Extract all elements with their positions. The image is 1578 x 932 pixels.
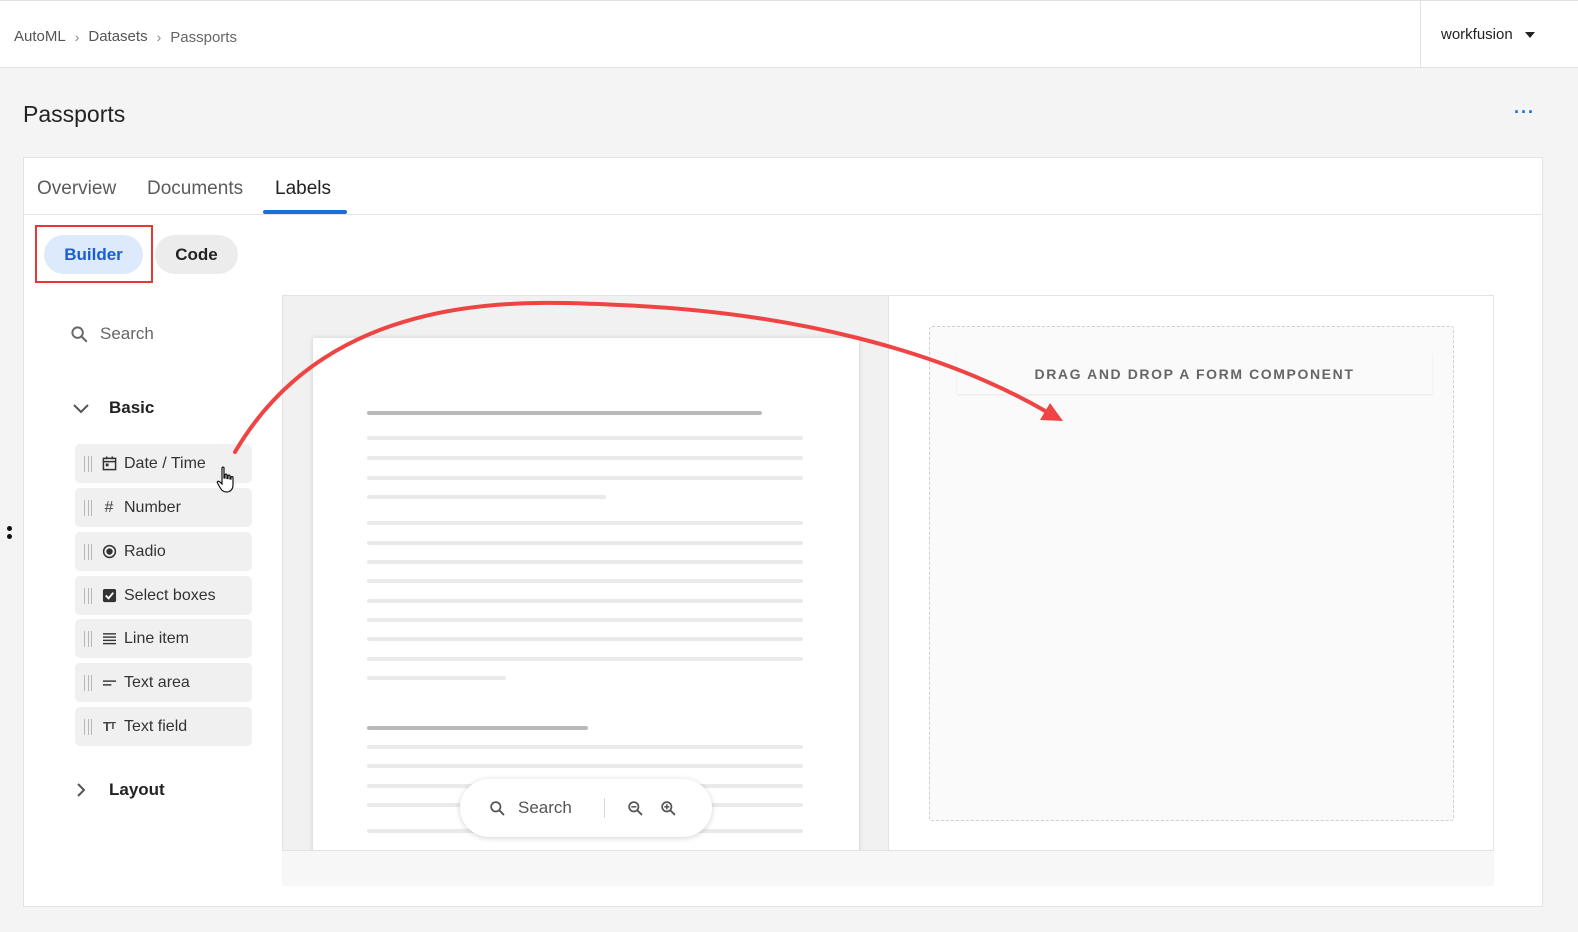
document-text-line: [367, 745, 803, 749]
tab-labels[interactable]: Labels: [275, 178, 331, 200]
zoom-in-icon[interactable]: [660, 800, 677, 817]
tab-overview[interactable]: Overview: [37, 178, 116, 200]
component-label: Number: [124, 498, 181, 516]
drag-handle-icon: [84, 718, 92, 735]
component-label: Text area: [124, 673, 190, 691]
document-text-line: [367, 579, 803, 583]
active-tab-indicator: [263, 210, 347, 214]
toolbar-divider: [603, 798, 605, 818]
code-button[interactable]: Code: [155, 235, 238, 274]
hash-icon: #: [104, 498, 114, 516]
component-text-field[interactable]: TT Text field: [75, 707, 252, 746]
document-text-line: [367, 726, 588, 730]
component-label: Radio: [124, 542, 166, 560]
drag-handle-icon: [84, 499, 92, 516]
group-basic-label: Basic: [109, 398, 155, 417]
form-builder-panel: DRAG AND DROP A FORM COMPONENT: [888, 295, 1494, 851]
builder-button[interactable]: Builder: [44, 235, 143, 274]
component-label: Select boxes: [124, 586, 216, 604]
document-preview-panel[interactable]: Search: [282, 295, 888, 851]
more-options-icon[interactable]: ···: [1514, 102, 1535, 123]
panel-footer-strip: [282, 851, 1494, 886]
component-number[interactable]: # Number: [75, 488, 252, 527]
document-text-line: [367, 637, 803, 641]
drag-handle-icon: [84, 630, 92, 647]
document-text-line: [367, 436, 803, 440]
account-name: workfusion: [1441, 26, 1513, 43]
text-area-icon: [101, 675, 117, 691]
document-text-line: [367, 521, 803, 525]
group-layout-label: Layout: [109, 780, 165, 799]
breadcrumb: AutoML › Datasets › Passports: [14, 27, 237, 46]
breadcrumb-passports: Passports: [170, 29, 237, 46]
document-search-button[interactable]: Search: [489, 798, 572, 818]
component-label: Date / Time: [124, 454, 206, 472]
document-text-line: [367, 599, 803, 603]
document-text-line: [367, 657, 803, 661]
document-text-line: [367, 764, 803, 768]
chevron-right-icon: [72, 782, 94, 798]
chevron-right-icon: ›: [74, 28, 80, 45]
document-search-label: Search: [518, 798, 572, 817]
top-bar: AutoML › Datasets › Passports workfusion: [0, 0, 1578, 68]
component-label: Line item: [124, 629, 189, 647]
text-field-icon: TT: [102, 719, 116, 734]
component-radio[interactable]: Radio: [75, 532, 252, 571]
group-layout-toggle[interactable]: Layout: [72, 780, 165, 800]
document-toolbar: Search: [460, 779, 712, 837]
chevron-down-icon: [72, 402, 94, 414]
drag-handle-icon: [84, 455, 92, 472]
document-text-line: [367, 676, 506, 680]
document-text-line: [367, 541, 803, 545]
drag-handle-icon: [84, 587, 92, 604]
component-select-boxes[interactable]: Select boxes: [75, 576, 252, 615]
page-title: Passports: [23, 101, 126, 127]
document-text-line: [367, 476, 803, 480]
dropzone-label: DRAG AND DROP A FORM COMPONENT: [957, 353, 1432, 394]
palette-search-input[interactable]: Search: [70, 324, 154, 344]
vertical-dots-icon[interactable]: [7, 526, 12, 542]
document-text-line: [367, 560, 803, 564]
tab-documents[interactable]: Documents: [147, 178, 243, 200]
tab-bar: Overview Documents Labels: [24, 158, 1542, 215]
component-label: Text field: [124, 717, 188, 735]
search-icon: [490, 800, 505, 815]
palette-search-placeholder: Search: [100, 324, 154, 343]
document-text-line: [367, 618, 803, 622]
breadcrumb-automl[interactable]: AutoML: [14, 28, 66, 45]
zoom-out-icon[interactable]: [627, 800, 644, 817]
account-dropdown[interactable]: workfusion: [1420, 1, 1578, 68]
document-text-line: [367, 495, 606, 499]
list-lines-icon: [101, 631, 117, 647]
component-date-time[interactable]: Date / Time: [75, 444, 252, 483]
dataset-card: Overview Documents Labels Builder Code S…: [23, 157, 1543, 907]
group-basic-toggle[interactable]: Basic: [72, 398, 154, 418]
form-dropzone[interactable]: DRAG AND DROP A FORM COMPONENT: [929, 326, 1454, 821]
caret-down-icon: [1524, 31, 1535, 38]
document-text-line: [367, 456, 803, 460]
breadcrumb-datasets[interactable]: Datasets: [88, 28, 147, 45]
document-text-line: [367, 411, 762, 415]
drag-handle-icon: [84, 674, 92, 691]
component-text-area[interactable]: Text area: [75, 663, 252, 702]
calendar-icon: [101, 456, 117, 472]
search-icon: [71, 325, 88, 342]
drag-handle-icon: [84, 543, 92, 560]
document-page: [313, 338, 859, 850]
chevron-right-icon: ›: [156, 28, 162, 45]
component-line-item[interactable]: Line item: [75, 619, 252, 658]
radio-icon: [101, 544, 117, 560]
checkbox-icon: [101, 588, 117, 604]
